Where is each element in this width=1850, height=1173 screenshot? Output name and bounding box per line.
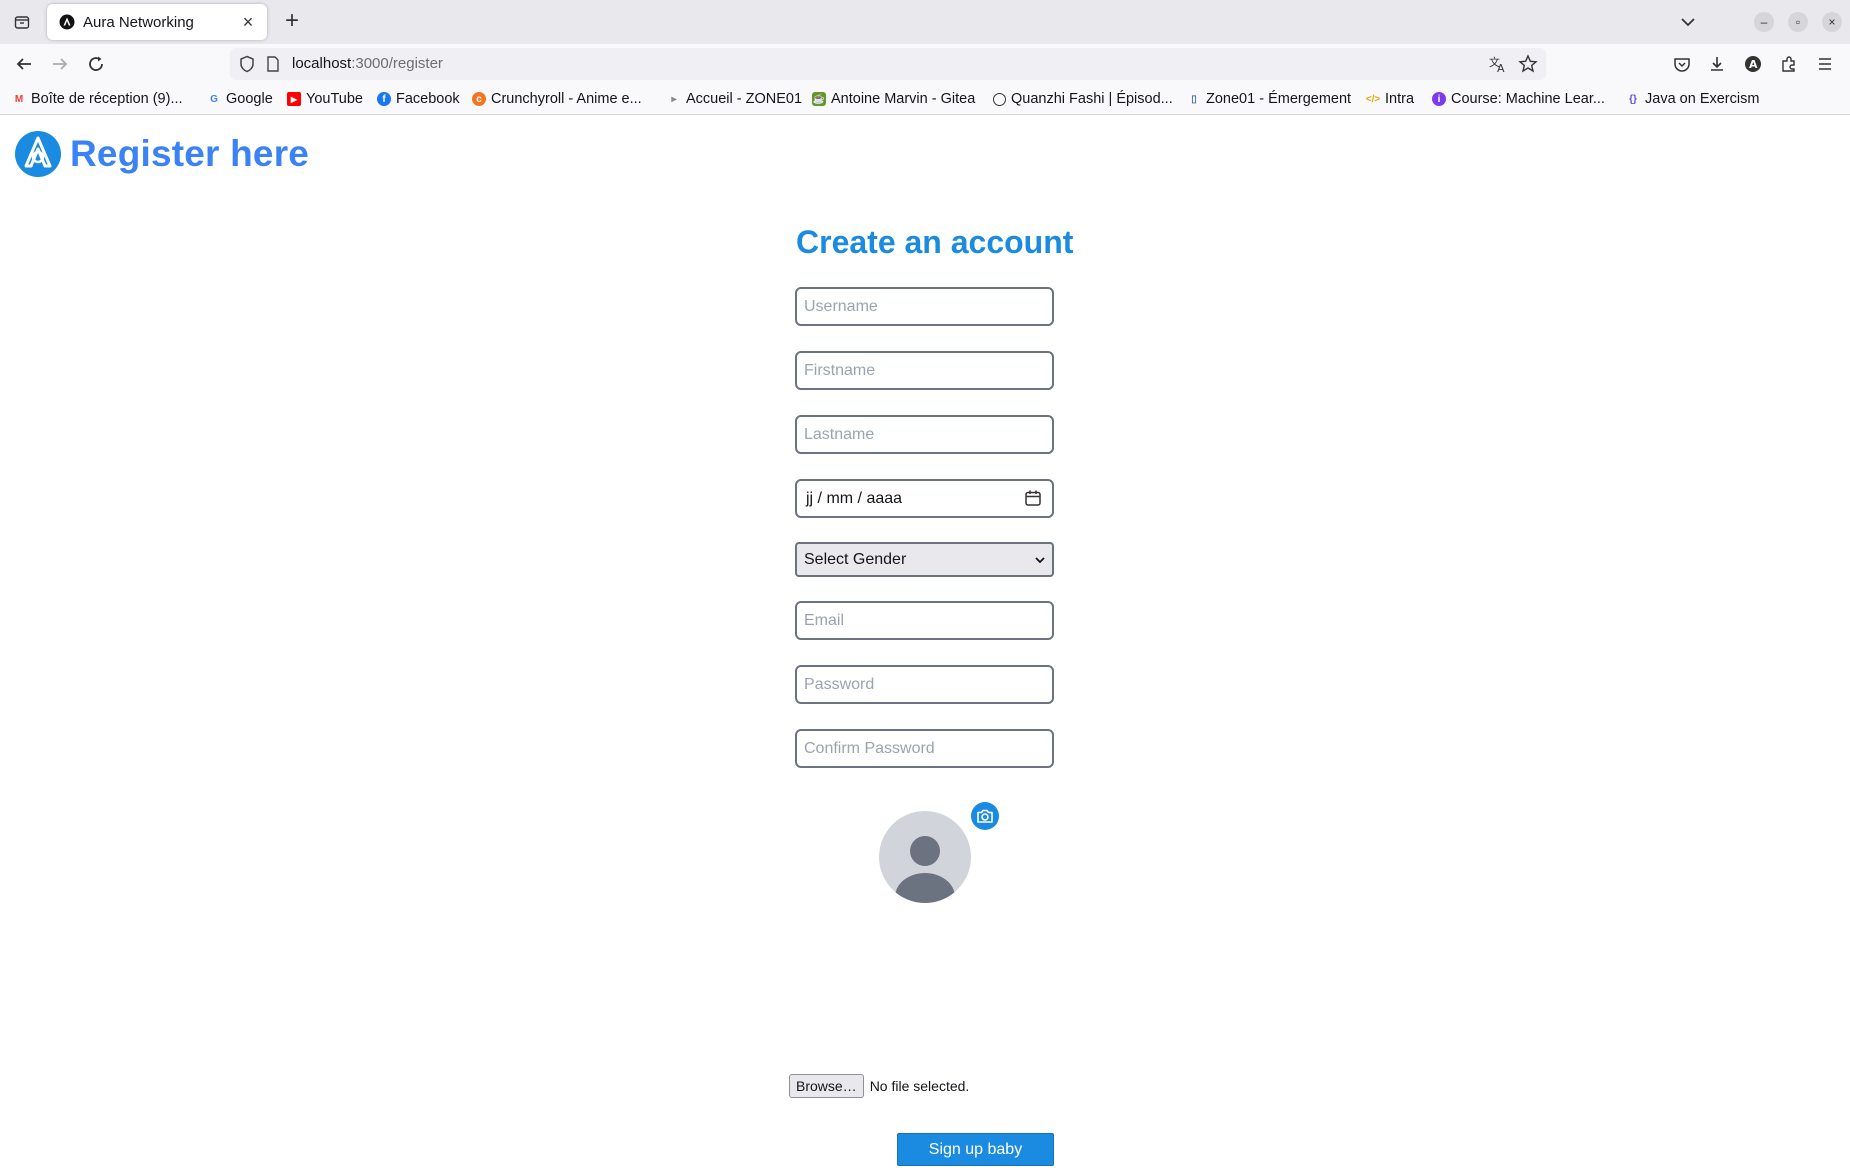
birthdate-input[interactable]: jj / mm / aaaa: [795, 479, 1054, 518]
tab-title: Aura Networking: [83, 13, 194, 31]
confirm-password-input[interactable]: [795, 729, 1054, 768]
svg-text:A: A: [1497, 62, 1505, 74]
bookmark-zone01-emergement[interactable]: ▯ Zone01 - Émergement: [1187, 90, 1351, 108]
camera-icon[interactable]: [971, 802, 999, 830]
avatar-preview: [879, 811, 971, 903]
course-icon: i: [1432, 92, 1446, 106]
username-input[interactable]: [795, 287, 1054, 326]
tab-list-icon[interactable]: [8, 8, 36, 36]
lastname-input[interactable]: [795, 415, 1054, 454]
url-bar[interactable]: localhost:3000/register 文A: [230, 48, 1546, 80]
page-icon[interactable]: [266, 56, 280, 72]
bookmark-exercism[interactable]: {} Java on Exercism: [1626, 90, 1759, 108]
bookmark-machine-learning-course[interactable]: i Course: Machine Lear...: [1432, 90, 1605, 108]
default-user-icon: [895, 836, 955, 903]
forward-arrow-icon[interactable]: [46, 50, 74, 78]
tab-bar: Aura Networking × + – ▫ ×: [0, 0, 1850, 44]
bookmarks-toolbar: M Boîte de réception (9)... G Google ▶ YouT…: [0, 84, 1850, 115]
close-tab-icon[interactable]: ×: [239, 13, 257, 31]
file-status: No file selected.: [869, 1078, 970, 1094]
svg-text:A: A: [1749, 58, 1758, 71]
youtube-icon: ▶: [287, 92, 301, 106]
date-placeholder: jj / mm / aaaa: [806, 490, 903, 507]
bookmark-intra[interactable]: </> Intra: [1366, 90, 1414, 108]
facebook-icon: f: [377, 92, 391, 106]
bookmark-zone01-accueil[interactable]: ▸ Accueil - ZONE01: [667, 90, 802, 108]
calendar-icon[interactable]: [1024, 489, 1042, 507]
site-favicon-icon: [59, 14, 75, 30]
extensions-icon[interactable]: [1775, 50, 1803, 78]
email-input[interactable]: [795, 601, 1054, 640]
code-icon: </>: [1365, 93, 1381, 105]
back-arrow-icon[interactable]: [10, 50, 38, 78]
bookmark-facebook[interactable]: f Facebook: [377, 90, 460, 108]
reload-icon[interactable]: [82, 50, 110, 78]
restore-icon[interactable]: ▫: [1788, 12, 1808, 32]
translate-icon[interactable]: 文A: [1488, 54, 1508, 74]
bookmark-gmail[interactable]: M Boîte de réception (9)...: [12, 90, 183, 108]
chevron-down-icon: [1035, 557, 1045, 564]
pocket-icon[interactable]: [1668, 50, 1696, 78]
close-window-icon[interactable]: ×: [1822, 12, 1842, 32]
bookmark-quanzhi-fashi[interactable]: Quanzhi Fashi | Épisod...: [993, 90, 1173, 108]
gitea-icon: ☕: [812, 92, 826, 106]
bookmark-youtube[interactable]: ▶ YouTube: [287, 90, 363, 108]
aura-logo-icon: [15, 131, 61, 177]
download-icon[interactable]: [1703, 50, 1731, 78]
bookmark-gitea[interactable]: ☕ Antoine Marvin - Gitea: [812, 90, 975, 108]
bookmark-google[interactable]: G Google: [207, 90, 273, 108]
form-title: Create an account: [796, 224, 1074, 260]
bookmark-crunchyroll[interactable]: c Crunchyroll - Anime e...: [472, 90, 642, 108]
globe-icon: [993, 92, 1006, 106]
minimize-icon[interactable]: –: [1754, 12, 1774, 32]
exercism-icon: {}: [1629, 93, 1637, 105]
url-text[interactable]: localhost:3000/register: [292, 55, 443, 72]
browse-button[interactable]: Browse…: [789, 1074, 864, 1098]
google-icon: G: [210, 93, 218, 105]
file-input: Browse… No file selected.: [789, 1074, 969, 1098]
account-avatar-icon[interactable]: A: [1739, 50, 1767, 78]
new-tab-icon[interactable]: +: [280, 9, 304, 34]
bookmark-star-icon[interactable]: [1518, 54, 1538, 74]
password-input[interactable]: [795, 665, 1054, 704]
menu-icon[interactable]: [1811, 50, 1839, 78]
zone01-icon: ▸: [671, 93, 677, 105]
gender-select-value: Select Gender: [804, 551, 907, 568]
tab-aura-networking[interactable]: Aura Networking ×: [47, 4, 267, 40]
firstname-input[interactable]: [795, 351, 1054, 390]
gmail-icon: M: [14, 93, 24, 105]
gender-select[interactable]: Select Gender: [795, 542, 1054, 577]
crunchyroll-icon: c: [472, 92, 486, 106]
shield-icon[interactable]: [238, 55, 256, 73]
brand-title: Register here: [70, 133, 310, 174]
chevron-down-icon[interactable]: [1676, 10, 1700, 34]
sign-up-button[interactable]: Sign up baby: [897, 1133, 1054, 1166]
zone01-icon: ▯: [1191, 93, 1197, 105]
brand-header: Register here: [14, 130, 309, 178]
navigation-bar: localhost:3000/register 文A A: [0, 44, 1850, 84]
